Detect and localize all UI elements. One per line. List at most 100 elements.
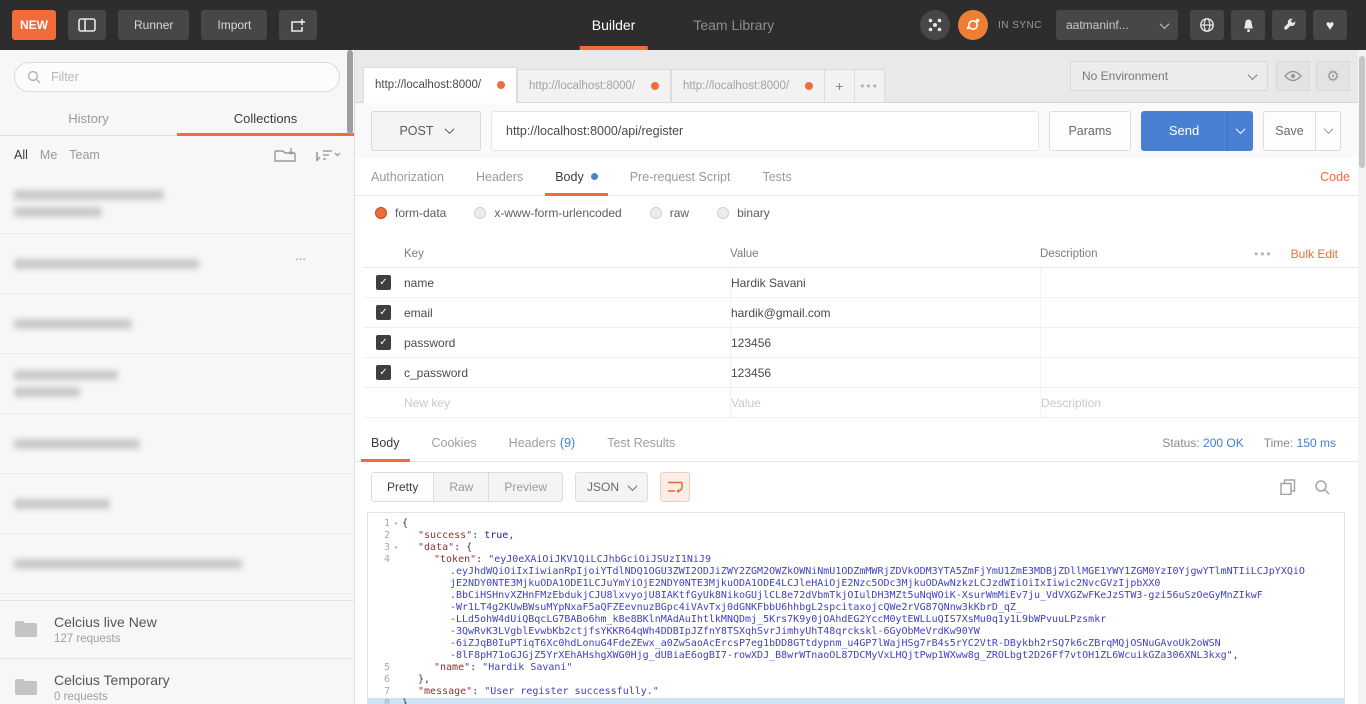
- favorites-button[interactable]: ♥: [1313, 10, 1347, 40]
- new-description-input[interactable]: Description: [1040, 388, 1366, 417]
- main-scrollbar[interactable]: [1358, 50, 1366, 704]
- chevron-down-icon: [1160, 19, 1170, 29]
- row-description[interactable]: [1040, 268, 1366, 297]
- table-row-name: ✓ name Hardik Savani: [363, 268, 1366, 298]
- new-value-input[interactable]: Value: [730, 388, 1040, 417]
- method-select[interactable]: POST: [371, 111, 481, 151]
- environment-select[interactable]: No Environment: [1070, 61, 1268, 91]
- scope-team[interactable]: Team: [69, 148, 100, 162]
- collection-celcius-live-new[interactable]: Celcius live New 127 requests: [0, 600, 353, 658]
- copy-icon[interactable]: [1280, 479, 1296, 495]
- row-value[interactable]: 123456: [730, 358, 1040, 387]
- tab-builder[interactable]: Builder: [584, 0, 644, 50]
- send-options-button[interactable]: [1227, 111, 1253, 151]
- tab-team-library[interactable]: Team Library: [685, 0, 782, 50]
- request-tab[interactable]: http://localhost:8000/: [671, 69, 825, 103]
- sidebar-toggle-button[interactable]: [68, 10, 106, 40]
- request-tabs-strip: http://localhost:8000/ http://localhost:…: [355, 50, 1366, 103]
- tab-headers[interactable]: Headers: [476, 158, 523, 195]
- tab-overflow-button[interactable]: •••: [855, 69, 885, 103]
- collection-item-blurred[interactable]: [0, 534, 354, 594]
- row-value[interactable]: hardik@gmail.com: [730, 298, 1040, 327]
- tab-cookies[interactable]: Cookies: [432, 424, 477, 461]
- request-tab-active[interactable]: http://localhost:8000/: [363, 67, 517, 103]
- view-preview[interactable]: Preview: [489, 473, 562, 501]
- runner-button[interactable]: Runner: [118, 10, 189, 40]
- row-value[interactable]: Hardik Savani: [730, 268, 1040, 297]
- new-key-input[interactable]: New key: [404, 396, 730, 410]
- radio-binary[interactable]: binary: [717, 206, 770, 220]
- row-key[interactable]: c_password: [404, 366, 730, 380]
- save-button[interactable]: Save: [1263, 111, 1315, 151]
- environment-preview-button[interactable]: [1276, 61, 1310, 91]
- tab-body[interactable]: Body: [555, 158, 598, 195]
- collection-item-blurred[interactable]: [0, 414, 354, 474]
- row-description[interactable]: [1040, 298, 1366, 327]
- collection-celcius-temporary[interactable]: Celcius Temporary 0 requests: [0, 658, 353, 704]
- add-collection-icon[interactable]: [274, 147, 296, 163]
- collection-item-blurred[interactable]: [0, 174, 354, 234]
- row-description[interactable]: [1040, 328, 1366, 357]
- row-checkbox-checked[interactable]: ✓: [376, 365, 391, 380]
- tab-test-results[interactable]: Test Results: [607, 424, 675, 461]
- import-button[interactable]: Import: [201, 10, 267, 40]
- scope-all[interactable]: All: [14, 148, 28, 162]
- params-button[interactable]: Params: [1049, 111, 1131, 151]
- response-body-viewer[interactable]: 1▾{2"success": true,3▾"data": {4"token":…: [367, 512, 1345, 704]
- new-window-button[interactable]: [279, 10, 317, 40]
- row-description[interactable]: [1040, 358, 1366, 387]
- url-input[interactable]: [491, 111, 1039, 151]
- radio-form-data[interactable]: form-data: [375, 206, 446, 220]
- time-value: 150 ms: [1297, 436, 1336, 450]
- row-options-icon[interactable]: •••: [1254, 247, 1273, 261]
- new-button[interactable]: NEW: [12, 10, 56, 40]
- generate-code-link[interactable]: Code: [1320, 170, 1350, 184]
- response-format-select[interactable]: JSON: [575, 472, 648, 502]
- tab-history[interactable]: History: [0, 102, 177, 135]
- bulk-edit-link[interactable]: Bulk Edit: [1291, 247, 1338, 261]
- row-value[interactable]: 123456: [730, 328, 1040, 357]
- collection-item-blurred[interactable]: [0, 294, 354, 354]
- tab-tests[interactable]: Tests: [762, 158, 791, 195]
- radio-x-www-form-urlencoded[interactable]: x-www-form-urlencoded: [474, 206, 621, 220]
- wrap-lines-button[interactable]: [660, 472, 690, 502]
- browser-sync-button[interactable]: [1190, 10, 1224, 40]
- environment-settings-button[interactable]: ⚙: [1316, 61, 1350, 91]
- sidebar-scrollbar[interactable]: [347, 50, 353, 134]
- tab-response-headers[interactable]: Headers (9): [509, 424, 576, 461]
- tab-pre-request-script[interactable]: Pre-request Script: [630, 158, 731, 195]
- row-key[interactable]: password: [404, 336, 730, 350]
- user-menu[interactable]: aatmaninf...: [1056, 10, 1178, 40]
- collection-item-blurred[interactable]: ...: [0, 234, 354, 294]
- new-tab-button[interactable]: +: [825, 69, 855, 103]
- tab-response-body[interactable]: Body: [371, 424, 400, 461]
- tab-authorization[interactable]: Authorization: [371, 158, 444, 195]
- sync-button[interactable]: [958, 10, 988, 40]
- radio-raw[interactable]: raw: [650, 206, 689, 220]
- row-checkbox-checked[interactable]: ✓: [376, 275, 391, 290]
- row-key[interactable]: email: [404, 306, 730, 320]
- collection-item-blurred[interactable]: [0, 354, 354, 414]
- tab-collections[interactable]: Collections: [177, 102, 354, 135]
- notifications-button[interactable]: [1231, 10, 1265, 40]
- main-scrollbar-thumb[interactable]: [1359, 56, 1365, 168]
- column-key: Key: [404, 248, 730, 260]
- interceptor-button[interactable]: [920, 10, 950, 40]
- view-raw[interactable]: Raw: [434, 473, 489, 501]
- row-key[interactable]: name: [404, 276, 730, 290]
- search-icon[interactable]: [1314, 479, 1330, 495]
- filter-input[interactable]: [14, 62, 340, 92]
- sort-icon[interactable]: [316, 148, 340, 162]
- request-tab[interactable]: http://localhost:8000/: [517, 69, 671, 103]
- user-name: aatmaninf...: [1066, 18, 1129, 32]
- view-pretty[interactable]: Pretty: [372, 473, 434, 501]
- settings-button[interactable]: [1272, 10, 1306, 40]
- unsaved-dot-icon: [497, 81, 505, 89]
- save-options-button[interactable]: [1315, 111, 1341, 151]
- row-checkbox-checked[interactable]: ✓: [376, 305, 391, 320]
- scope-me[interactable]: Me: [40, 148, 57, 162]
- collection-item-blurred[interactable]: [0, 474, 354, 534]
- row-checkbox-checked[interactable]: ✓: [376, 335, 391, 350]
- response-toolbar: Pretty Raw Preview JSON: [355, 468, 1366, 506]
- send-button[interactable]: Send: [1141, 111, 1227, 151]
